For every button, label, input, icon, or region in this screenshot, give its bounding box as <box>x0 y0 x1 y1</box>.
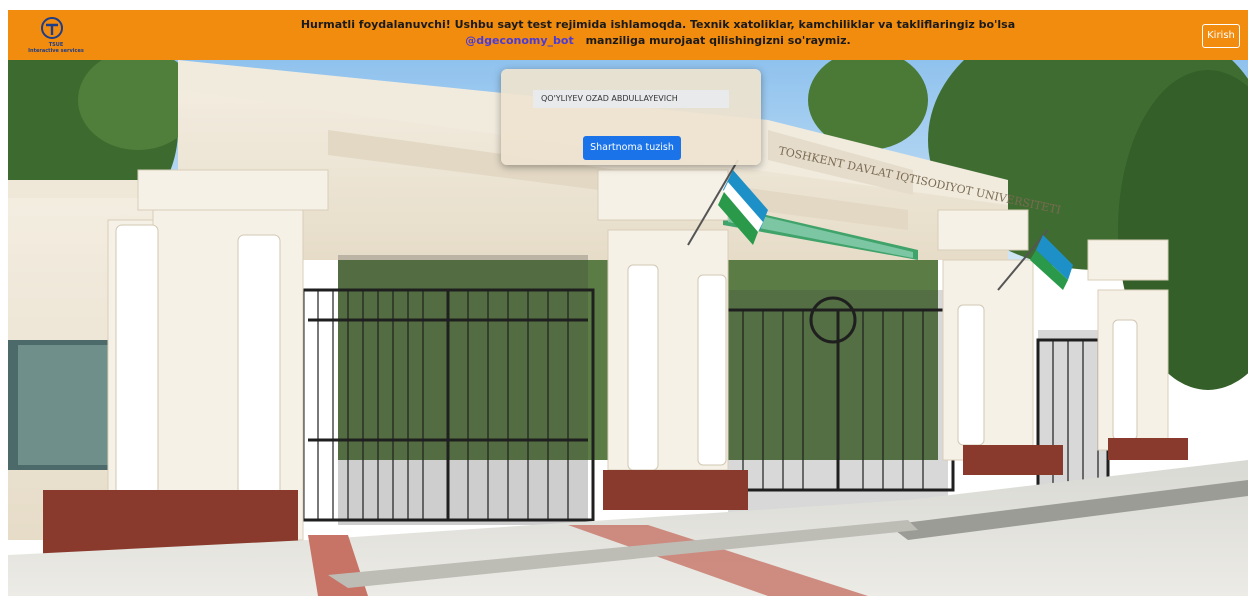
logo-text: TSUE Interactive services <box>28 42 84 54</box>
page: TSUE Interactive services Hurmatli foyda… <box>0 0 1250 596</box>
create-contract-button[interactable]: Shartnoma tuzish <box>583 136 681 160</box>
telegram-bot-link[interactable]: @dgeconomy_bot <box>465 34 574 47</box>
notice-line-1: Hurmatli foydalanuvchi! Ushbu sayt test … <box>300 18 1016 31</box>
top-banner: TSUE Interactive services Hurmatli foyda… <box>8 10 1248 60</box>
site-logo[interactable]: TSUE Interactive services <box>16 14 96 56</box>
logo-icon <box>41 17 63 39</box>
notice-line-2: manziliga murojaat qilishingizni so'raym… <box>585 34 851 47</box>
contract-form-card: Shartnoma tuzish <box>501 69 761 165</box>
login-button[interactable]: Kirish <box>1202 24 1240 48</box>
full-name-field[interactable] <box>533 90 729 108</box>
test-mode-notice: Hurmatli foydalanuvchi! Ushbu sayt test … <box>258 17 1058 49</box>
